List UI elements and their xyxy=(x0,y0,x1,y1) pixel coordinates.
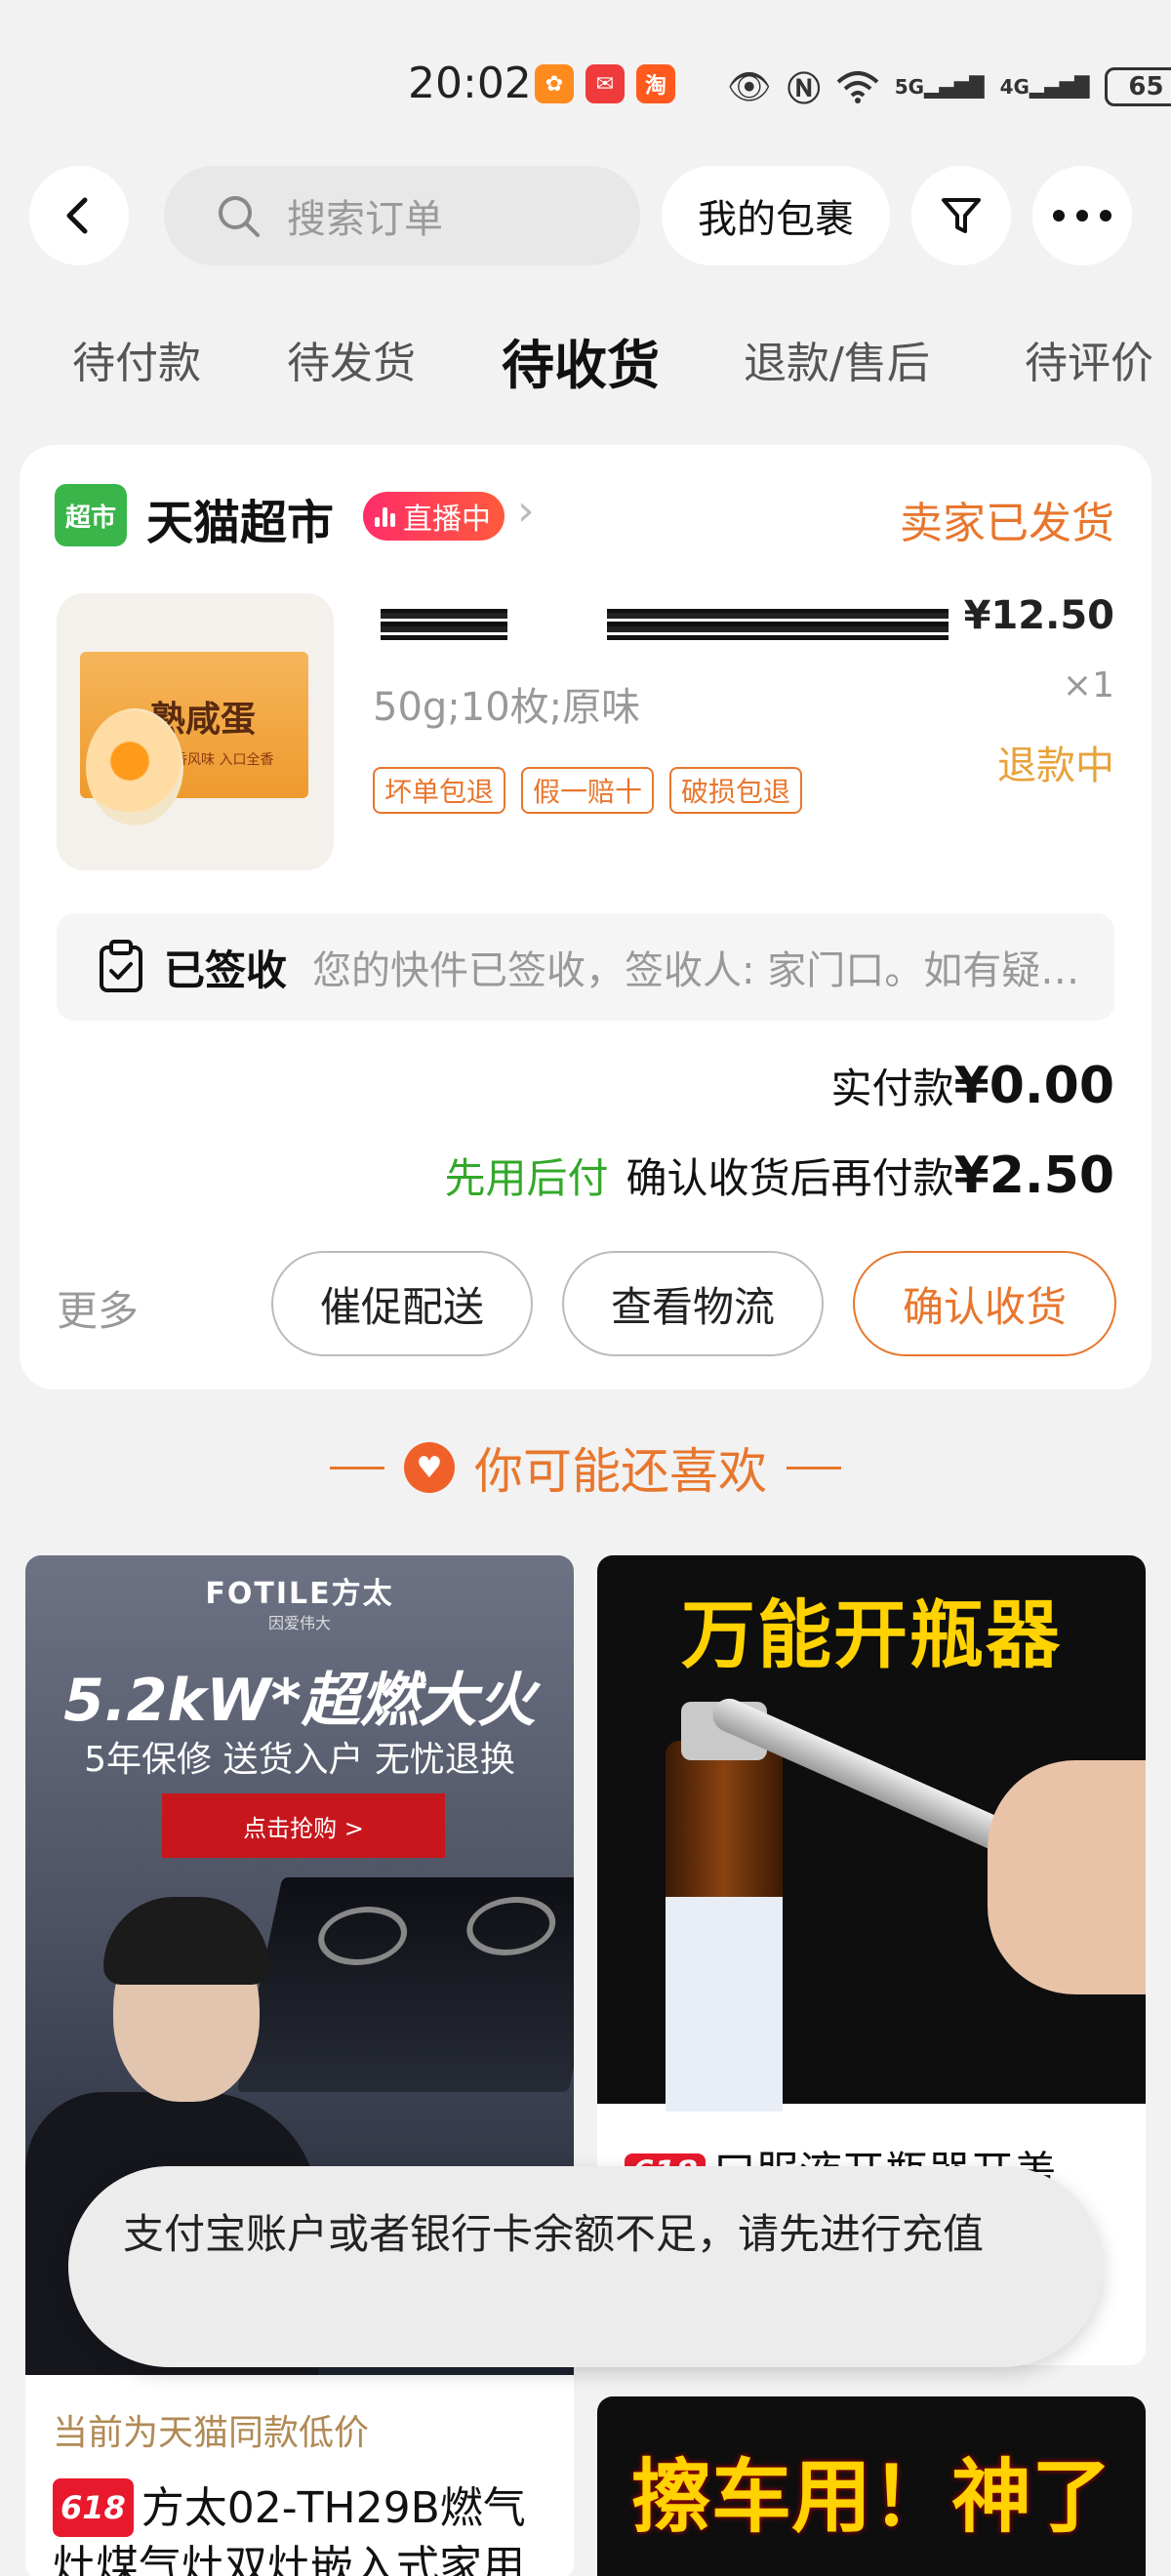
shop-name[interactable]: 天猫超市 xyxy=(146,484,334,552)
more-options-button[interactable] xyxy=(1032,166,1132,265)
back-arrow-icon xyxy=(66,197,88,234)
recommend-header: ♥ 你可能还喜欢 xyxy=(0,1432,1171,1503)
urge-delivery-button[interactable]: 催促配送 xyxy=(271,1251,533,1356)
status-time: 20:02 xyxy=(408,59,532,108)
signal-5g-icon: 5G▂▄▆█ xyxy=(894,74,985,99)
more-link[interactable]: 更多 xyxy=(57,1278,139,1338)
battery-icon: 65 xyxy=(1105,66,1171,106)
amount-paid: 实付款 ¥0.00 xyxy=(831,1056,1115,1115)
order-card: 超市 天猫超市 直播中 › 卖家已发货 熟咸蛋 香风味 入口全香 50g;10枚… xyxy=(20,445,1151,1389)
status-bar: 20:02 ✿ ✉ 淘 👁 Ⓝ 5G▂▄▆█ 4G▂▄▆█ 65 xyxy=(0,0,1171,166)
delivery-status-text: 您的快件已签收，签收人: 家门口。如有疑问请联系 xyxy=(312,948,1083,993)
stove-headline: 5.2kW*超燃大火 xyxy=(63,1667,536,1735)
ellipsis-icon xyxy=(1053,210,1111,221)
tab-pending-review[interactable]: 待评价 xyxy=(1025,328,1153,390)
egg-graphic xyxy=(86,708,183,825)
pay-later-label: 先用后付 xyxy=(444,1154,609,1202)
recommend-title: 你可能还喜欢 xyxy=(474,1443,767,1500)
filter-button[interactable] xyxy=(911,166,1011,265)
opener-headline: 万能开瓶器 xyxy=(681,1591,1062,1678)
search-input[interactable]: 搜索订单 xyxy=(164,166,640,265)
view-logistics-button[interactable]: 查看物流 xyxy=(562,1251,824,1356)
order-status: 卖家已发货 xyxy=(900,499,1114,548)
car-wash-headline: 擦车用！神了 xyxy=(630,2451,1111,2544)
bottle-label xyxy=(666,1897,783,2112)
pay-later-row: 先用后付 确认收货后再付款 ¥2.50 xyxy=(444,1146,1114,1205)
tab-refund-aftersale[interactable]: 退款/售后 xyxy=(744,328,930,390)
618-badge: 618 xyxy=(53,2478,134,2537)
back-button[interactable] xyxy=(29,166,129,265)
product-image-subtitle: 香风味 入口全香 xyxy=(174,752,274,768)
my-packages-button[interactable]: 我的包裹 xyxy=(662,166,890,265)
tab-pending-shipment[interactable]: 待发货 xyxy=(287,328,416,390)
live-bars-icon xyxy=(375,505,395,527)
confirm-receipt-button[interactable]: 确认收货 xyxy=(853,1251,1116,1356)
low-price-caption: 当前为天猫同款低价 xyxy=(53,2413,370,2453)
opener-image: 万能开瓶器 xyxy=(597,1555,1146,2112)
refund-status[interactable]: 退款中 xyxy=(997,734,1114,790)
service-tag: 假一赔十 xyxy=(521,767,655,814)
search-placeholder: 搜索订单 xyxy=(287,197,443,242)
amount-paid-label: 实付款 xyxy=(830,1065,954,1112)
taobao-icon: 淘 xyxy=(636,64,675,103)
red-envelope-icon: ✉ xyxy=(586,64,625,103)
service-tag: 破损包退 xyxy=(669,767,803,814)
chevron-right-icon[interactable]: › xyxy=(517,486,535,536)
eye-icon: 👁 xyxy=(727,66,772,107)
order-tabs: 待付款 待发货 待收货 退款/售后 待评价 xyxy=(0,328,1171,406)
tmall-supermarket-logo: 超市 xyxy=(55,484,127,546)
divider-right xyxy=(787,1466,841,1469)
toast-message: 支付宝账户或者银行卡余额不足，请先进行充值 xyxy=(68,2166,1103,2367)
live-badge[interactable]: 直播中 xyxy=(363,492,505,541)
product-price: ¥12.50 xyxy=(963,593,1114,638)
pay-later-amount: ¥2.50 xyxy=(953,1147,1114,1205)
clipboard-check-icon xyxy=(100,940,142,992)
tab-pending-payment[interactable]: 待付款 xyxy=(72,328,201,390)
fotile-logo: FOTILE方太 xyxy=(205,1577,394,1611)
recommend-item-car-wash[interactable]: 擦车用！神了 xyxy=(597,2396,1146,2576)
amount-paid-value: ¥0.00 xyxy=(953,1057,1114,1115)
tab-pending-receipt[interactable]: 待收货 xyxy=(502,322,660,399)
recommend-item-stove[interactable]: FOTILE方太 因爱伟大 5.2kW*超燃大火 5年保修 送货入户 无忧退换 … xyxy=(25,1555,574,2576)
service-tag: 坏单包退 xyxy=(373,767,506,814)
live-badge-label: 直播中 xyxy=(403,503,491,537)
search-icon xyxy=(219,196,260,237)
buy-now-button[interactable]: 点击抢购 > xyxy=(162,1793,445,1858)
service-tags: 坏单包退 假一赔十 破损包退 xyxy=(373,767,803,814)
divider-left xyxy=(330,1466,384,1469)
signal-4g-icon: 4G▂▄▆█ xyxy=(999,74,1090,99)
product-image[interactable]: 熟咸蛋 香风味 入口全香 xyxy=(57,593,334,870)
finger-graphic xyxy=(988,1760,1146,1994)
product-title-redacted[interactable] xyxy=(373,609,958,640)
stove-subline: 5年保修 送货入户 无忧退换 xyxy=(84,1740,515,1780)
delivery-status-label: 已签收 xyxy=(164,946,288,994)
delivery-status-bar[interactable]: 已签收 您的快件已签收，签收人: 家门口。如有疑问请联系 xyxy=(57,913,1114,1021)
filter-icon xyxy=(942,198,981,233)
stove-title: 618 方太02-TH29B燃气灶煤气灶双灶嵌入式家用 xyxy=(53,2478,560,2576)
nfc-icon: Ⓝ xyxy=(787,70,821,109)
product-quantity: ×1 xyxy=(1062,665,1114,705)
wifi-icon xyxy=(836,70,879,103)
pay-later-text: 确认收货后再付款 xyxy=(626,1154,954,1202)
product-spec: 50g;10枚;原味 xyxy=(373,685,641,730)
heart-icon: ♥ xyxy=(404,1442,455,1493)
fotile-slogan: 因爱伟大 xyxy=(267,1614,331,1632)
orange-flower-icon: ✿ xyxy=(535,64,574,103)
